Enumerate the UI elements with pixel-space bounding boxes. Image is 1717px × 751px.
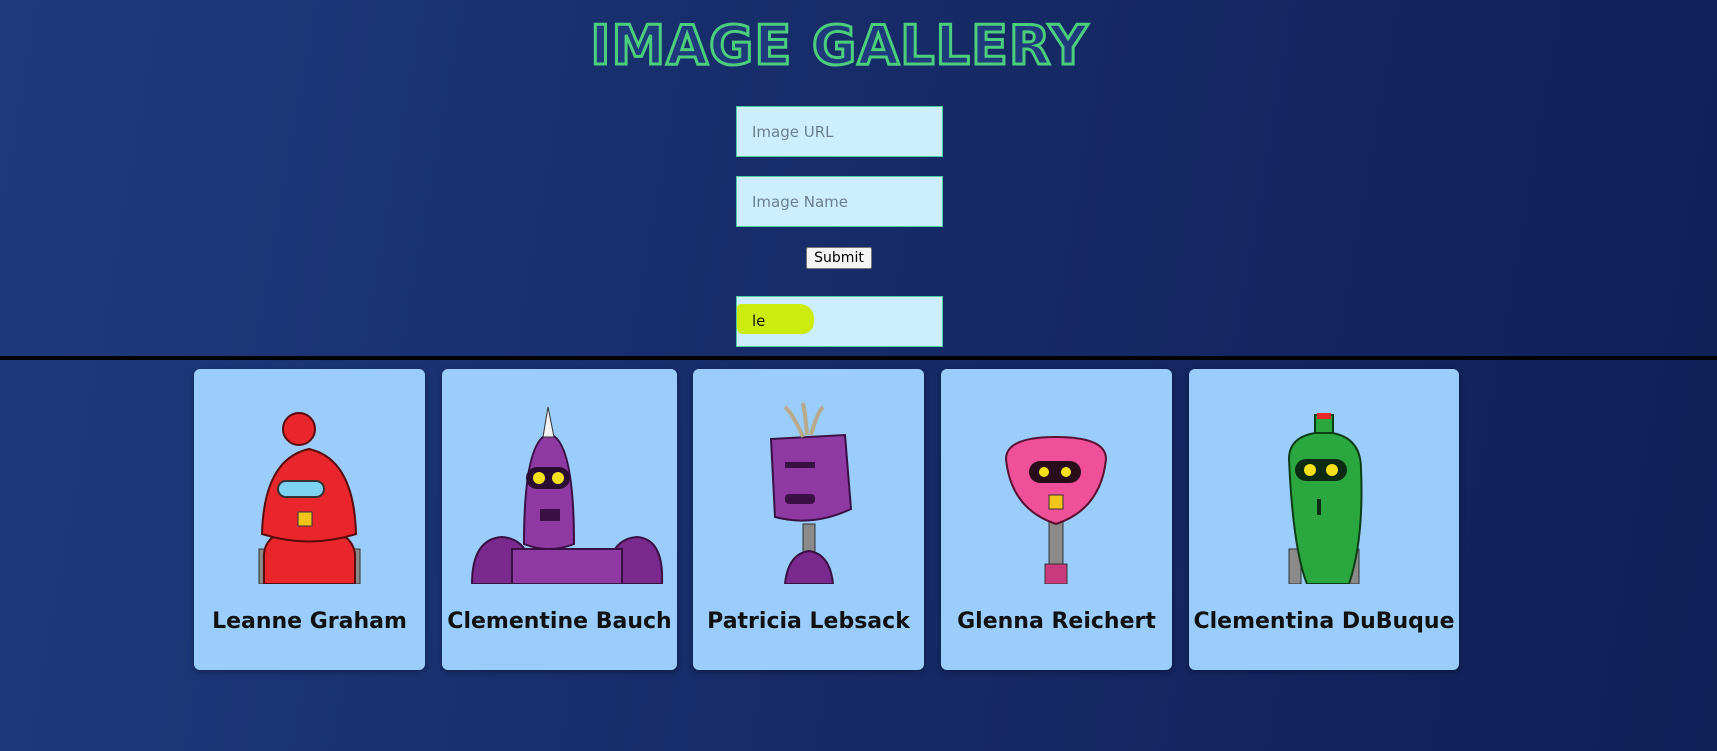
- search-input[interactable]: [736, 296, 943, 347]
- divider: [0, 356, 1717, 360]
- image-url-input[interactable]: [736, 106, 943, 157]
- submit-button[interactable]: Submit: [806, 247, 872, 269]
- robot-name: Patricia Lebsack: [707, 609, 910, 634]
- robot-card[interactable]: Patricia Lebsack: [693, 369, 924, 670]
- robot-name: Leanne Graham: [212, 609, 407, 634]
- purple-robot-icon: [470, 406, 664, 584]
- pink-robot-icon: [1004, 435, 1108, 584]
- robot-name: Clementine Bauch: [447, 609, 672, 634]
- green-robot-icon: [1287, 413, 1363, 584]
- red-robot-icon: [258, 412, 361, 584]
- page-title: IMAGE GALLERY: [589, 13, 1089, 79]
- robot-name: Glenna Reichert: [957, 609, 1156, 634]
- robot-card[interactable]: Leanne Graham: [194, 369, 425, 670]
- robot-card[interactable]: Glenna Reichert: [941, 369, 1172, 670]
- robot-card[interactable]: Clementine Bauch: [442, 369, 677, 670]
- purple-robot-icon: [769, 402, 853, 584]
- robot-card[interactable]: Clementina DuBuque: [1189, 369, 1459, 670]
- robot-name: Clementina DuBuque: [1193, 609, 1455, 634]
- image-name-input[interactable]: [736, 176, 943, 227]
